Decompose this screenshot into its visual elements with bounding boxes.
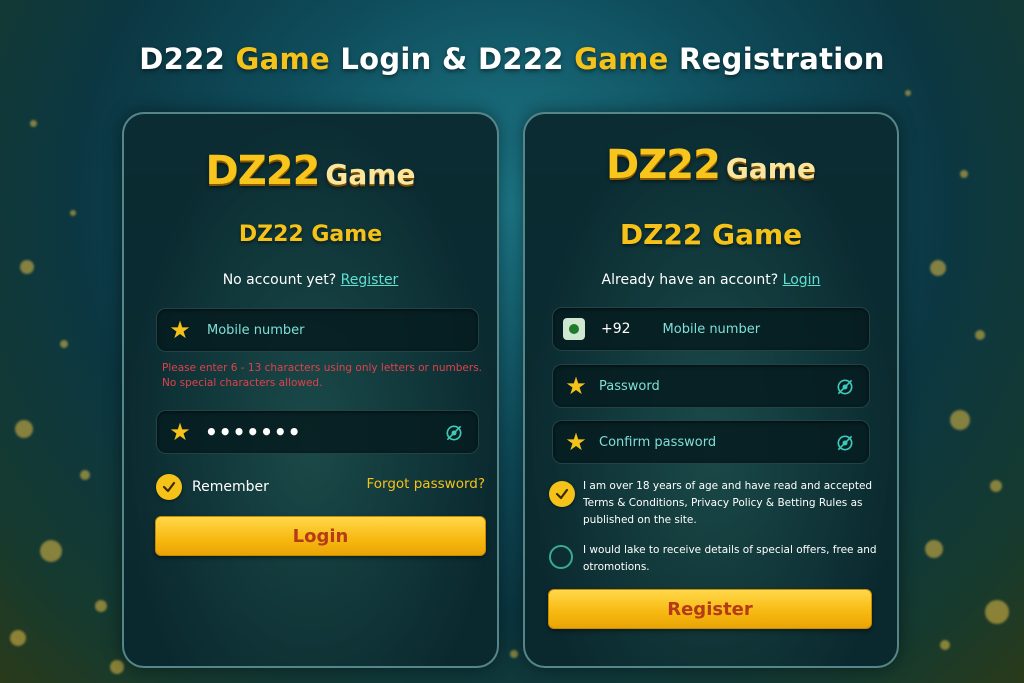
register-mobile-field[interactable]: +92 Mobile number [552,307,870,351]
forgot-password-link[interactable]: Forgot password? [366,476,485,492]
register-logo: DZ22 Game [525,142,897,188]
login-logo-main: DZ22 [205,148,321,194]
star-icon: ★ [169,418,191,446]
title-part-3: Login & D222 [329,42,575,76]
eye-off-icon[interactable] [444,423,464,443]
offers-text: I would lake to receive details of speci… [583,544,877,573]
register-switch-prompt: Already have an accoınt? [601,272,779,288]
login-logo: DZ22 Game [124,148,497,194]
age-terms-checkbox-row[interactable]: I am over 18 years of age and have read … [549,478,883,529]
country-code[interactable]: +92 [601,321,631,337]
age-terms-text: I am over 18 years of age and have read … [583,480,873,526]
title-part-4: Game [574,42,669,76]
checkmark-icon[interactable] [156,474,182,500]
register-confirm-field[interactable]: ★ Confirm password [552,420,870,464]
register-logo-main: DZ22 [606,142,721,188]
register-button[interactable]: Register [548,589,872,629]
login-link[interactable]: Login [783,272,821,288]
login-mobile-placeholder: Mobile number [207,322,305,338]
login-button[interactable]: Login [155,516,486,556]
offers-checkbox[interactable] [549,545,573,569]
eye-off-icon[interactable] [835,433,855,453]
register-subtitle: DZ22 Game [619,218,803,251]
login-switch-prompt: No account yet? [222,272,337,288]
pakistan-flag-icon[interactable] [563,318,585,340]
checkmark-icon[interactable] [549,481,575,507]
login-subtitle: DZ22 Game [238,222,383,247]
login-password-field[interactable]: ★ ••••••• [156,410,479,454]
page-title: D222 Game Login & D222 Game Registration [0,42,1024,76]
login-mobile-error: Please enter 6 - 13 characters using onl… [162,362,482,389]
login-switch-line: No account yet? Register [124,272,497,288]
title-part-2: Game [235,42,330,76]
star-icon: ★ [565,428,587,456]
title-part-1: D222 [139,42,236,76]
login-logo-sub: Game [325,158,416,191]
remember-label: Remember [192,479,269,495]
remember-toggle[interactable]: Remember [156,474,269,500]
eye-off-icon[interactable] [835,377,855,397]
login-password-value: ••••••• [205,420,302,444]
register-switch-line: Already have an accoınt? Login [525,272,897,288]
title-part-5: Registration [668,42,885,76]
login-card: DZ22 Game DZ22 Game No account yet? Regis… [122,112,499,668]
register-password-placeholder: Password [599,378,660,394]
star-icon: ★ [565,372,587,400]
register-logo-sub: Game [725,152,816,185]
star-icon: ★ [169,316,191,344]
register-mobile-placeholder: Mobile number [662,321,761,337]
offers-checkbox-row[interactable]: I would lake to receive details of speci… [549,542,883,576]
login-mobile-field[interactable]: ★ Mobile number [156,308,479,352]
register-link[interactable]: Register [341,272,399,288]
register-password-field[interactable]: ★ Password [552,364,870,408]
register-card: DZ22 Game DZ22 Game Already have an accoı… [523,112,899,668]
register-confirm-placeholder: Confirm password [599,434,717,450]
